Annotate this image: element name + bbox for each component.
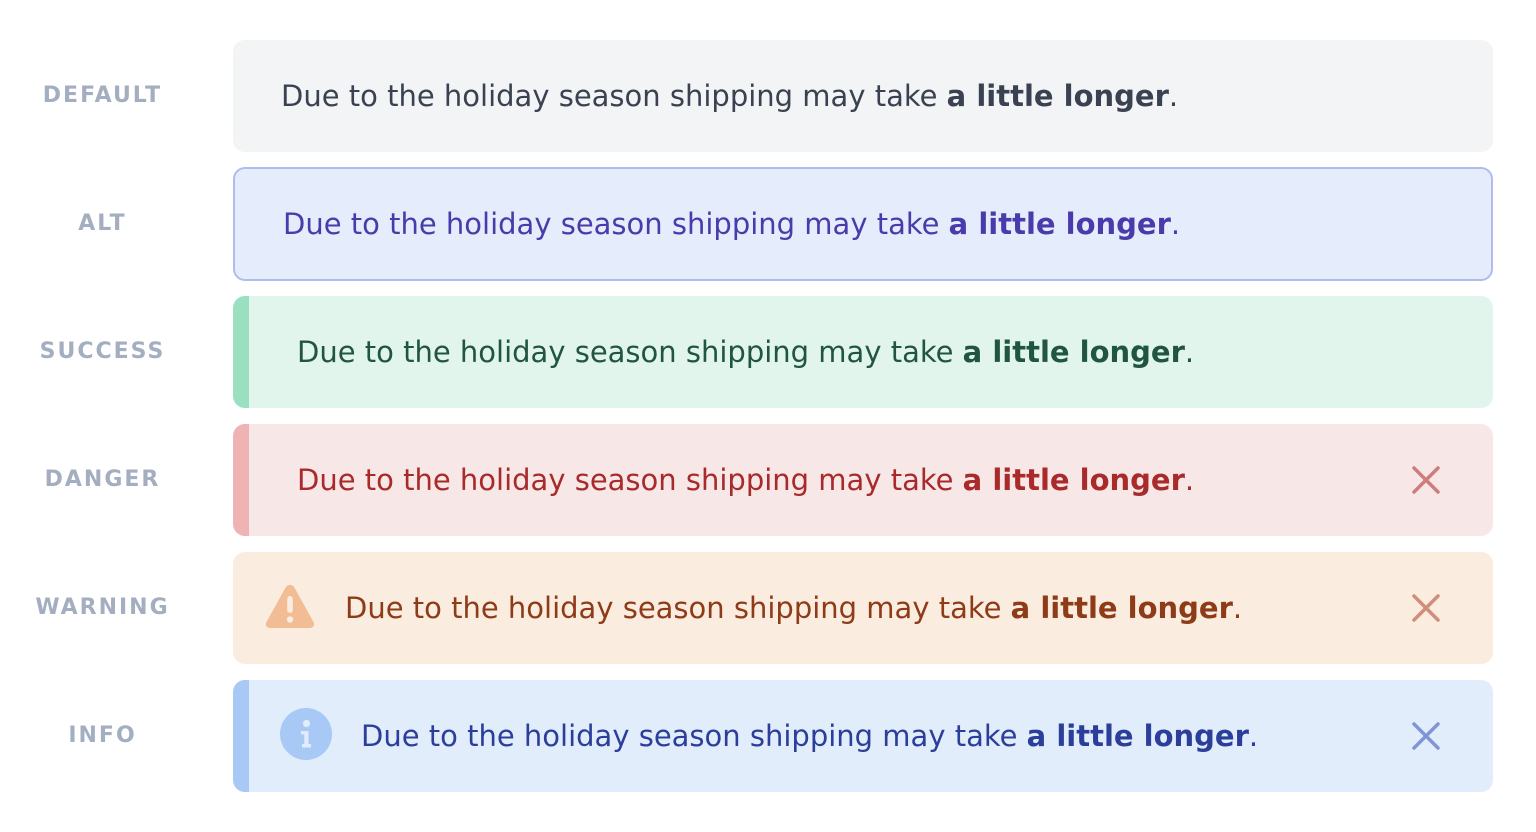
alert-alt: Due to the holiday season shipping may t… — [233, 167, 1493, 281]
alert-accent-bar — [233, 680, 249, 792]
alert-message-tail: . — [1184, 335, 1195, 369]
alert-message-emphasis: a little longer — [1026, 719, 1249, 753]
alert-message-emphasis: a little longer — [1010, 591, 1233, 625]
alert-message: Due to the holiday season shipping may t… — [345, 552, 1242, 664]
alert-message-tail: . — [1168, 79, 1179, 113]
info-circle-icon — [280, 708, 332, 764]
variant-label-default: DEFAULT — [42, 83, 163, 108]
alert-message-emphasis: a little longer — [962, 463, 1185, 497]
alert-message: Due to the holiday season shipping may t… — [297, 424, 1194, 536]
variant-label-success: SUCCESS — [39, 339, 166, 364]
alert-success: Due to the holiday season shipping may t… — [233, 296, 1493, 408]
alert-message-emphasis: a little longer — [946, 79, 1169, 113]
alert-row-default: DEFAULT Due to the holiday season shippi… — [0, 40, 1536, 152]
alert-message-text: Due to the holiday season shipping may t… — [345, 591, 1011, 625]
close-icon[interactable] — [1409, 591, 1443, 625]
alert-message-text: Due to the holiday season shipping may t… — [281, 79, 947, 113]
alert-message-tail: . — [1170, 207, 1181, 241]
variant-label-warning: WARNING — [35, 595, 170, 620]
alert-accent-bar — [233, 296, 249, 408]
alert-row-danger: DANGER Due to the holiday season shippin… — [0, 424, 1536, 536]
variant-label-danger: DANGER — [44, 467, 161, 492]
alert-message-emphasis: a little longer — [962, 335, 1185, 369]
alert-message: Due to the holiday season shipping may t… — [361, 680, 1258, 792]
alert-info: Due to the holiday season shipping may t… — [233, 680, 1493, 792]
variant-label-info: INFO — [68, 723, 137, 748]
alert-default: Due to the holiday season shipping may t… — [233, 40, 1493, 152]
alert-message-tail: . — [1248, 719, 1259, 753]
close-icon[interactable] — [1409, 463, 1443, 497]
alert-accent-bar — [233, 424, 249, 536]
alert-row-alt: ALT Due to the holiday season shipping m… — [0, 167, 1536, 281]
alert-row-success: SUCCESS Due to the holiday season shippi… — [0, 296, 1536, 408]
alert-message-text: Due to the holiday season shipping may t… — [297, 335, 963, 369]
alert-message-emphasis: a little longer — [948, 207, 1171, 241]
alert-message-text: Due to the holiday season shipping may t… — [361, 719, 1027, 753]
alert-row-warning: WARNING Due to the holiday season shippi… — [0, 552, 1536, 664]
alert-message-text: Due to the holiday season shipping may t… — [283, 207, 949, 241]
alert-danger: Due to the holiday season shipping may t… — [233, 424, 1493, 536]
alerts-showcase: DEFAULT Due to the holiday season shippi… — [0, 0, 1536, 832]
alert-message: Due to the holiday season shipping may t… — [297, 296, 1194, 408]
alert-message: Due to the holiday season shipping may t… — [283, 169, 1180, 279]
alert-row-info: INFO Due to the holiday season shipping … — [0, 680, 1536, 792]
warning-triangle-icon — [264, 582, 316, 634]
alert-message: Due to the holiday season shipping may t… — [281, 40, 1178, 152]
variant-label-alt: ALT — [78, 211, 127, 236]
alert-message-tail: . — [1184, 463, 1195, 497]
alert-warning: Due to the holiday season shipping may t… — [233, 552, 1493, 664]
alert-message-tail: . — [1232, 591, 1243, 625]
alert-message-text: Due to the holiday season shipping may t… — [297, 463, 963, 497]
close-icon[interactable] — [1409, 719, 1443, 753]
